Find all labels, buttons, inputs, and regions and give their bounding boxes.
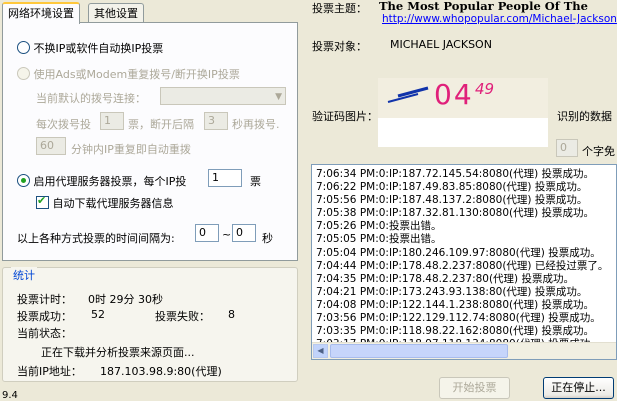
stop-vote-button[interactable]: 正在停止...: [543, 377, 614, 399]
dial-votes-input[interactable]: 1: [100, 112, 124, 130]
option-adsl-redial-label: 使用Ads或Modem重复拨号/断开换IP投票: [33, 68, 240, 81]
interval-separator: ~: [222, 228, 232, 241]
auto-download-proxy-label: 自动下载代理服务器信息: [52, 197, 174, 210]
log-line: 7:03:56 PM:0:IP:122.129.112.74:8080(代理) …: [316, 312, 601, 325]
log-line: 7:05:04 PM:0:IP:180.246.109.97:8080(代理) …: [316, 246, 601, 259]
redial-minutes-input[interactable]: 60: [36, 137, 66, 155]
captcha-label: 验证码图片：: [312, 110, 378, 123]
radio-no-change-ip[interactable]: [17, 41, 30, 54]
log-line: 7:04:21 PM:0:IP:173.243.93.138:80(代理) 投票…: [316, 285, 588, 298]
ip-value: 187.103.98.9:80(代理): [100, 365, 222, 378]
topic-url-link[interactable]: http://www.whopopular.com/Michael-Jackso…: [382, 13, 617, 25]
log-line: 7:06:22 PM:0:IP:187.49.83.85:8080(代理) 投票…: [316, 181, 588, 194]
interval-label: 以上各种方式投票的时间间隔为:: [17, 232, 175, 245]
network-settings-panel: 不换IP或软件自动换IP投票 使用Ads或Modem重复拨号/断开换IP投票 当…: [2, 22, 298, 261]
dial-votes-text-3: 秒再拨号.: [232, 118, 280, 131]
log-lines: 7:06:34 PM:0:IP:187.72.145.54:8080(代理) 投…: [312, 165, 616, 351]
start-vote-button[interactable]: 开始投票: [439, 377, 510, 399]
interval-to-input[interactable]: 0: [232, 224, 256, 242]
interval-from-input[interactable]: 0: [195, 224, 219, 242]
scroll-left-icon[interactable]: ◀: [313, 344, 328, 358]
log-line: 7:04:35 PM:0:IP:178.48.2.237:80(代理) 投票成功…: [316, 272, 574, 285]
fail-label: 投票失败：: [155, 310, 210, 323]
log-line: 7:05:38 PM:0:IP:187.32.81.130:8080(代理) 投…: [316, 207, 595, 220]
log-line: 7:04:44 PM:0:IP:178.48.2.237:8080(代理) 已经…: [316, 259, 609, 272]
tab-network-settings[interactable]: 网络环境设置: [2, 2, 80, 24]
redial-text: 分钟内IP重复即自动重拨: [71, 143, 191, 156]
target-label: 投票对象：: [312, 40, 367, 53]
char-count-input[interactable]: 0: [556, 139, 578, 157]
log-line: 7:05:05 PM:0:投票出错。: [316, 233, 442, 246]
topic-label: 投票主题：: [312, 2, 367, 15]
captcha-sup: 49: [475, 80, 495, 98]
success-label: 投票成功：: [17, 310, 72, 323]
log-line: 7:05:56 PM:0:IP:187.48.137.2:8080(代理) 投票…: [316, 194, 588, 207]
target-value: MICHAEL JACKSON: [390, 38, 492, 51]
status-value: 正在下载并分析投票来源页面...: [41, 346, 195, 359]
captcha-image: 04 49: [378, 78, 548, 147]
log-line: 7:05:26 PM:0:投票出错。: [316, 220, 442, 233]
captcha-text: 04: [434, 78, 474, 111]
fail-value: 8: [228, 308, 235, 321]
dial-votes-text-1: 每次拨号投: [36, 118, 91, 131]
stats-group: 统计 投票计时： 0时 29分 30秒 投票成功： 52 投票失败： 8 当前状…: [2, 267, 298, 382]
dial-connection-select[interactable]: ▼: [160, 87, 286, 105]
log-line: 7:06:34 PM:0:IP:187.72.145.54:8080(代理) 投…: [316, 168, 595, 180]
success-value: 52: [91, 308, 105, 321]
stats-title: 统计: [11, 267, 37, 283]
time-value: 0时 29分 30秒: [88, 293, 163, 306]
interval-unit: 秒: [262, 232, 273, 245]
proxy-votes-unit: 票: [250, 175, 261, 188]
proxy-votes-input[interactable]: 1: [208, 169, 242, 187]
option-no-change-ip-label: 不换IP或软件自动换IP投票: [33, 42, 164, 55]
dial-wait-input[interactable]: 3: [204, 112, 228, 130]
log-line: 7:03:35 PM:0:IP:118.98.22.162:8080(代理) 投…: [316, 325, 595, 338]
option-adsl-redial[interactable]: 使用Ads或Modem重复拨号/断开换IP投票: [17, 66, 240, 82]
default-dial-label: 当前默认的拨号连接：: [36, 92, 146, 105]
auto-download-proxy[interactable]: 自动下载代理服务器信息: [36, 194, 174, 211]
log-line: 7:04:08 PM:0:IP:122.144.1.238:8080(代理) 投…: [316, 298, 595, 311]
radio-adsl-redial[interactable]: [17, 67, 30, 80]
dial-votes-text-2: 票，断开后隔: [128, 118, 194, 131]
option-proxy[interactable]: 启用代理服务器投票，每个IP投: [17, 173, 186, 189]
scroll-thumb[interactable]: [330, 344, 508, 358]
tab-other-settings[interactable]: 其他设置: [88, 3, 144, 23]
recognized-label: 识别的数据: [557, 110, 612, 123]
horizontal-scrollbar[interactable]: ◀: [312, 342, 616, 359]
checkbox-auto-download-proxy[interactable]: [36, 194, 49, 209]
option-no-change-ip[interactable]: 不换IP或软件自动换IP投票: [17, 40, 163, 56]
time-label: 投票计时：: [17, 293, 72, 306]
option-proxy-label: 启用代理服务器投票，每个IP投: [33, 175, 187, 188]
version-text: 9.4: [2, 390, 18, 401]
topic-value: The Most Popular People Of The: [379, 0, 588, 13]
vote-log-list[interactable]: 7:06:34 PM:0:IP:187.72.145.54:8080(代理) 投…: [311, 164, 617, 360]
char-label: 个字免: [582, 145, 615, 158]
chevron-down-icon: ▼: [275, 92, 282, 102]
status-label: 当前状态：: [17, 327, 72, 340]
radio-proxy[interactable]: [17, 174, 30, 187]
ip-label: 当前IP地址：: [17, 365, 82, 378]
